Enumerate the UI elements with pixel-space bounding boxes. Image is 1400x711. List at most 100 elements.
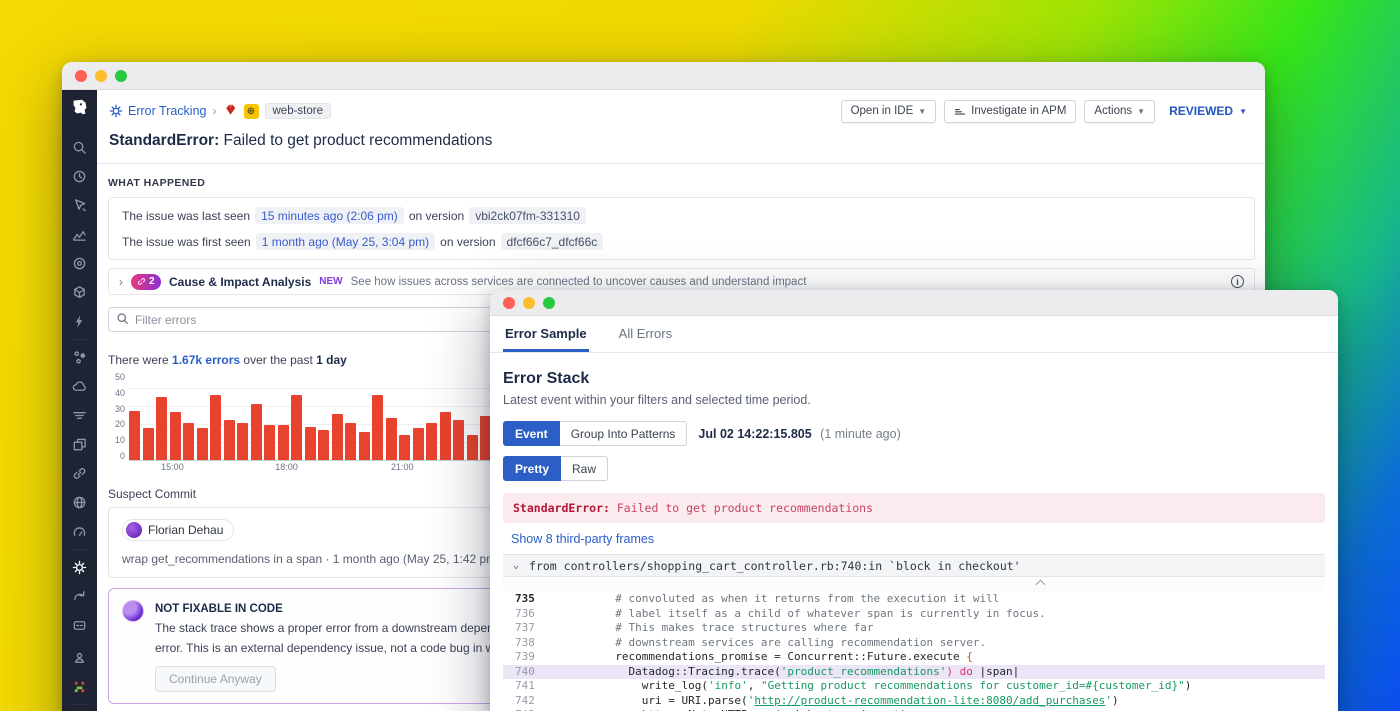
logs-icon[interactable] xyxy=(63,401,97,430)
raw-toggle[interactable]: Raw xyxy=(561,456,608,481)
llm-observability-icon[interactable] xyxy=(63,611,97,640)
chart-bar[interactable] xyxy=(332,414,343,460)
format-toggle: Pretty Raw xyxy=(503,456,608,481)
tab-error-sample[interactable]: Error Sample xyxy=(503,316,589,352)
code-line[interactable]: 736 # label itself as a child of whateve… xyxy=(503,607,1325,622)
chart-bar[interactable] xyxy=(183,423,194,460)
events-bolt-icon[interactable] xyxy=(63,307,97,336)
chart-bar[interactable] xyxy=(426,423,437,460)
integrations-icon[interactable] xyxy=(63,643,97,672)
open-in-ide-button[interactable]: Open in IDE▼ xyxy=(841,100,937,123)
datadog-logo-icon[interactable] xyxy=(67,95,93,121)
event-timestamp: Jul 02 14:22:15.805 xyxy=(698,427,811,441)
chart-bar[interactable] xyxy=(278,425,289,460)
first-seen-version[interactable]: dfcf66c7_dfcf66c xyxy=(501,233,604,250)
status-dropdown[interactable]: REVIEWED▼ xyxy=(1163,104,1253,118)
rum-gauge-icon[interactable] xyxy=(63,517,97,546)
error-tracking-bug-icon[interactable] xyxy=(63,553,97,582)
chart-bar[interactable] xyxy=(345,423,356,460)
chart-bar[interactable] xyxy=(318,430,329,460)
code-line[interactable]: 739 recommendations_promise = Concurrent… xyxy=(503,650,1325,665)
ruby-icon xyxy=(223,102,238,120)
commit-author-pill[interactable]: Florian Dehau xyxy=(122,519,234,541)
info-icon[interactable]: i xyxy=(1231,275,1244,288)
chart-bar[interactable] xyxy=(143,428,154,460)
pixel-pet-icon[interactable] xyxy=(63,672,97,701)
chart-bar[interactable] xyxy=(359,432,370,460)
chart-bar[interactable] xyxy=(440,412,451,460)
bug-icon xyxy=(109,104,123,118)
service-globe-icon: ⊕ xyxy=(244,104,259,119)
ci-visibility-icon[interactable] xyxy=(63,582,97,611)
chart-bar[interactable] xyxy=(386,418,397,460)
chart-bar[interactable] xyxy=(453,420,464,460)
code-line[interactable]: 738 # downstream services are calling re… xyxy=(503,636,1325,651)
event-toggle[interactable]: Event xyxy=(503,421,560,446)
ai-cursor-icon[interactable] xyxy=(63,191,97,220)
chart-x-tick: 15:00 xyxy=(161,462,184,472)
chart-bar[interactable] xyxy=(129,411,140,460)
sidebar-divider xyxy=(69,704,91,705)
show-third-party-frames-link[interactable]: Show 8 third-party frames xyxy=(503,523,1325,554)
error-count-link[interactable]: 1.67k errors xyxy=(172,353,240,367)
stack-frame-header[interactable]: ⌄ from controllers/shopping_cart_control… xyxy=(503,554,1325,577)
tab-bar: Error Sample All Errors xyxy=(490,316,1338,353)
code-line[interactable]: 740 Datadog::Tracing.trace('product_reco… xyxy=(503,665,1325,680)
history-icon[interactable] xyxy=(63,162,97,191)
synthetics-globe-icon[interactable] xyxy=(63,488,97,517)
infrastructure-icon[interactable] xyxy=(63,278,97,307)
tab-all-errors[interactable]: All Errors xyxy=(617,316,674,352)
actions-button[interactable]: Actions▼ xyxy=(1084,100,1155,123)
chart-bar[interactable] xyxy=(264,425,275,460)
metrics-icon[interactable] xyxy=(63,220,97,249)
chart-bar[interactable] xyxy=(197,428,208,460)
code-line[interactable]: 742 uri = URI.parse('http://product-reco… xyxy=(503,694,1325,709)
cloud-icon[interactable] xyxy=(63,372,97,401)
search-icon xyxy=(116,312,129,325)
search-icon[interactable] xyxy=(63,133,97,162)
continue-anyway-button[interactable]: Continue Anyway xyxy=(155,666,276,692)
close-button[interactable] xyxy=(75,70,87,82)
first-seen-time[interactable]: 1 month ago (May 25, 3:04 pm) xyxy=(256,233,435,250)
frames-icon[interactable] xyxy=(63,430,97,459)
chart-bar[interactable] xyxy=(210,395,221,460)
close-button[interactable] xyxy=(503,297,515,309)
breadcrumb: Error Tracking › ⊕ web-store xyxy=(109,102,331,120)
desktop: ? Help Error Tracking › xyxy=(0,0,1400,711)
investigate-in-apm-button[interactable]: Investigate in APM xyxy=(944,100,1076,123)
chart-bar[interactable] xyxy=(399,435,410,460)
chart-bar[interactable] xyxy=(156,397,167,460)
service-name-tag[interactable]: web-store xyxy=(265,103,332,119)
chart-bar[interactable] xyxy=(291,395,302,460)
maximize-button[interactable] xyxy=(115,70,127,82)
breadcrumb-error-tracking[interactable]: Error Tracking xyxy=(109,104,207,118)
main-titlebar[interactable] xyxy=(62,62,1265,90)
sidebar-divider xyxy=(69,339,91,340)
last-seen-time[interactable]: 15 minutes ago (2:06 pm) xyxy=(255,207,404,224)
chart-bar[interactable] xyxy=(224,420,235,460)
chart-bar[interactable] xyxy=(305,427,316,460)
service-map-icon[interactable] xyxy=(63,343,97,372)
chart-bar[interactable] xyxy=(413,428,424,460)
maximize-button[interactable] xyxy=(543,297,555,309)
code-line[interactable]: 735 # convoluted as when it returns from… xyxy=(503,592,1325,607)
last-seen-version[interactable]: vbi2ck07fm-331310 xyxy=(469,207,586,224)
code-line[interactable]: 737 # This makes trace structures where … xyxy=(503,621,1325,636)
toolbar: Open in IDE▼ Investigate in APM Actions▼… xyxy=(841,100,1253,123)
minimize-button[interactable] xyxy=(523,297,535,309)
pretty-toggle[interactable]: Pretty xyxy=(503,456,561,481)
minimize-button[interactable] xyxy=(95,70,107,82)
traces-link-icon[interactable] xyxy=(63,459,97,488)
chart-bar[interactable] xyxy=(170,412,181,460)
chart-bar[interactable] xyxy=(467,435,478,460)
chart-bar[interactable] xyxy=(251,404,262,460)
chart-bar[interactable] xyxy=(237,423,248,460)
what-happened-label: WHAT HAPPENED xyxy=(108,177,1255,189)
group-into-patterns-toggle[interactable]: Group Into Patterns xyxy=(560,421,688,446)
chart-bar[interactable] xyxy=(372,395,383,460)
code-line[interactable]: 741 write_log('info', "Getting product r… xyxy=(503,679,1325,694)
code-collapse-strip[interactable] xyxy=(503,577,1325,592)
what-happened-card: The issue was last seen 15 minutes ago (… xyxy=(108,197,1255,260)
overlay-titlebar[interactable] xyxy=(490,290,1338,316)
watchdog-icon[interactable] xyxy=(63,249,97,278)
